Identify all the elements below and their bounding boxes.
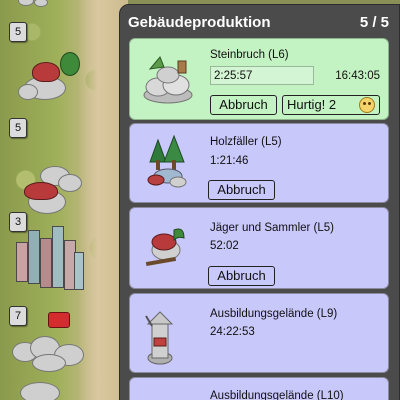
stone-hut-building[interactable]	[20, 162, 84, 218]
quarry-thumbnail-icon	[138, 47, 198, 107]
building-production-panel: Gebäudeproduktion 5 / 5 Steinbruch (L6) …	[119, 4, 400, 400]
red-crate-decoration	[48, 312, 70, 328]
stone-pile-decoration	[34, 0, 48, 7]
hurry-button[interactable]: Hurtig! 2	[282, 95, 380, 115]
stone-pile-decoration	[20, 382, 60, 400]
production-item-ausbildungsgelaende-l9[interactable]: Ausbildungsgelände (L9) 24:22:53	[129, 293, 389, 373]
city-towers-building[interactable]	[12, 222, 86, 300]
production-timer: 24:22:53	[210, 326, 255, 338]
building-level-badge[interactable]: 7	[9, 306, 27, 326]
stone-quarry-building[interactable]	[12, 334, 86, 374]
panel-title: Gebäudeproduktion	[128, 13, 271, 31]
building-level-badge[interactable]: 5	[9, 118, 27, 138]
stone-hut-building[interactable]	[18, 52, 80, 104]
hurry-button-label: Hurtig! 2	[287, 97, 337, 112]
hunter-gatherer-thumbnail-icon	[138, 216, 198, 276]
stone-pile-decoration	[18, 0, 34, 6]
production-item-name: Jäger und Sammler (L5)	[210, 222, 334, 234]
production-item-name: Ausbildungsgelände (L10)	[210, 390, 344, 400]
queue-count: 5 / 5	[359, 13, 389, 31]
production-item-jaeger-und-sammler[interactable]: Jäger und Sammler (L5) 52:02 Abbruch	[129, 207, 389, 289]
building-level-badge[interactable]: 5	[9, 22, 27, 42]
cancel-button[interactable]: Abbruch	[208, 266, 275, 286]
game-map[interactable]: 5 5 3 7	[0, 0, 128, 400]
production-timer: 52:02	[210, 240, 239, 252]
production-item-holzfaeller[interactable]: Holzfäller (L5) 1:21:46 Abbruch	[129, 123, 389, 203]
production-item-steinbruch[interactable]: Steinbruch (L6) 2:25:57 16:43:05 Abbruch…	[129, 38, 389, 120]
finish-time: 16:43:05	[335, 70, 380, 82]
production-timer: 2:25:57	[210, 66, 314, 85]
production-timer: 1:21:46	[210, 155, 249, 167]
smiley-coin-icon	[359, 97, 375, 113]
production-item-ausbildungsgelaende-l10[interactable]: Ausbildungsgelände (L10)	[129, 377, 389, 400]
training-ground-thumbnail-icon	[138, 308, 198, 368]
production-item-name: Steinbruch (L6)	[210, 49, 289, 61]
production-item-name: Ausbildungsgelände (L9)	[210, 308, 338, 320]
cancel-button[interactable]: Abbruch	[210, 95, 277, 115]
lumberjack-thumbnail-icon	[138, 132, 198, 192]
panel-header: Gebäudeproduktion 5 / 5	[128, 11, 389, 33]
production-item-name: Holzfäller (L5)	[210, 136, 282, 148]
cancel-button[interactable]: Abbruch	[208, 180, 275, 200]
